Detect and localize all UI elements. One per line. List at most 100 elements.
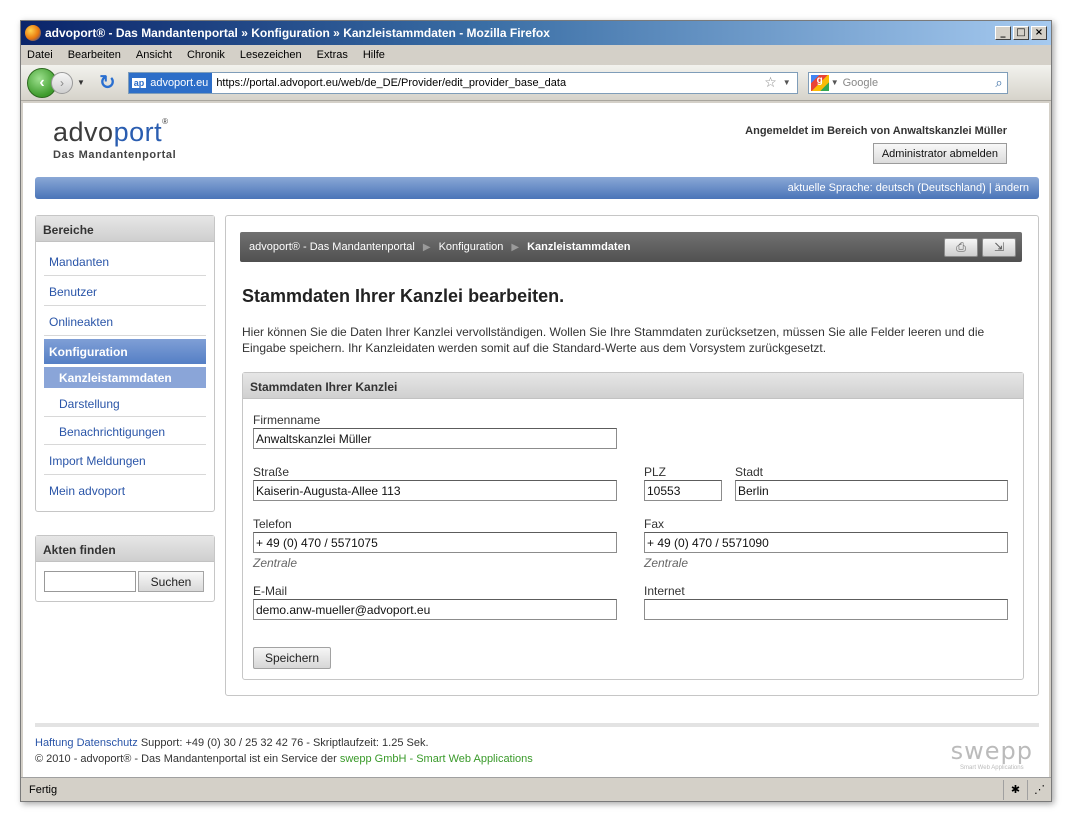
base-data-form: Stammdaten Ihrer Kanzlei Firmenname Anwa…	[242, 372, 1024, 680]
registered-icon: ®	[162, 117, 169, 126]
fax-input[interactable]: + 49 (0) 470 / 5571090	[644, 532, 1008, 553]
url-dropdown-icon[interactable]: ▼	[783, 78, 791, 87]
history-dropdown-icon[interactable]: ▼	[77, 78, 85, 87]
logo-word-b: port	[113, 117, 163, 147]
advoport-logo[interactable]: advoport® Das Mandantenportal	[53, 117, 176, 161]
browser-window: advoport® - Das Mandantenportal » Konfig…	[20, 20, 1052, 802]
menu-bearbeiten[interactable]: Bearbeiten	[68, 49, 121, 61]
minimize-icon[interactable]: _	[995, 26, 1011, 40]
field-fax: Fax + 49 (0) 470 / 5571090 Zentrale	[644, 517, 1008, 570]
strasse-label: Straße	[253, 465, 290, 479]
reload-icon[interactable]: ↻	[99, 70, 116, 95]
logo-subtitle: Das Mandantenportal	[53, 149, 177, 161]
telefon-input[interactable]: + 49 (0) 470 / 5571075	[253, 532, 617, 553]
sidebar-item-benutzer[interactable]: Benutzer	[44, 276, 206, 306]
swepp-logo[interactable]: swepp Smart Web Applications	[951, 737, 1033, 771]
sidebar-item-onlineakten[interactable]: Onlineakten	[44, 306, 206, 336]
swepp-link[interactable]: swepp GmbH - Smart Web Applications	[340, 753, 533, 765]
field-telefon: Telefon + 49 (0) 470 / 5571075 Zentrale	[253, 517, 617, 570]
page-viewport: advoport® Das Mandantenportal Angemeldet…	[23, 103, 1049, 777]
sidebar-item-konfiguration[interactable]: Konfiguration	[44, 339, 206, 364]
internet-label: Internet	[644, 584, 685, 598]
url-text[interactable]: https://portal.advoport.eu/web/de_DE/Pro…	[216, 77, 764, 89]
addon-icon[interactable]: ✱	[1003, 779, 1027, 800]
sidebar-item-benachrichtigungen[interactable]: Benachrichtigungen	[44, 417, 206, 445]
fax-label: Fax	[644, 517, 665, 531]
logout-button[interactable]: Administrator abmelden	[872, 143, 1007, 164]
logo-word-a: advo	[53, 117, 114, 147]
swepp-logo-word: swepp	[950, 737, 1033, 765]
page-footer: Haftung Datenschutz Support: +49 (0) 30 …	[35, 723, 1039, 771]
form-title: Stammdaten Ihrer Kanzlei	[243, 373, 1023, 399]
plz-input[interactable]: 10553	[644, 480, 722, 501]
sidebar-title: Bereiche	[36, 216, 214, 242]
engine-dropdown-icon[interactable]: ▼	[831, 78, 839, 87]
menu-lesezeichen[interactable]: Lesezeichen	[240, 49, 302, 61]
save-button[interactable]: Speichern	[253, 647, 332, 669]
maximize-icon[interactable]: □	[1013, 26, 1029, 40]
internet-input[interactable]	[644, 599, 1008, 620]
fax-hint: Zentrale	[644, 556, 689, 570]
address-bar[interactable]: ap advoport.eu https://portal.advoport.eu…	[127, 71, 798, 94]
sidebar-item-mein-advoport[interactable]: Mein advoport	[44, 475, 206, 505]
strasse-input[interactable]: Kaiserin-Augusta-Allee 113	[253, 480, 617, 501]
page-title: Stammdaten Ihrer Kanzlei bearbeiten.	[242, 286, 565, 306]
firmenname-label: Firmenname	[253, 413, 321, 427]
sidebar-item-kanzleistammdaten[interactable]: Kanzleistammdaten	[44, 367, 206, 389]
menu-ansicht[interactable]: Ansicht	[136, 49, 172, 61]
close-icon[interactable]: ×	[1031, 26, 1047, 40]
menu-datei[interactable]: Datei	[27, 49, 53, 61]
files-search-input[interactable]	[44, 571, 136, 592]
breadcrumb-home[interactable]: advoport® - Das Mandantenportal	[249, 241, 415, 253]
swepp-logo-sub: Smart Web Applications	[960, 765, 1024, 771]
breadcrumb-separator-icon: ▶	[422, 241, 431, 253]
title-bar: advoport® - Das Mandantenportal » Konfig…	[21, 21, 1051, 45]
files-search-button[interactable]: Suchen	[138, 571, 204, 592]
field-strasse: Straße Kaiserin-Augusta-Allee 113	[253, 465, 617, 501]
copyright-text: © 2010 - advoport® - Das Mandantenportal…	[35, 753, 340, 765]
firefox-icon	[25, 25, 41, 41]
breadcrumb-konfiguration[interactable]: Konfiguration	[439, 241, 504, 253]
plz-label: PLZ	[644, 465, 667, 479]
sidebar-item-import-meldungen[interactable]: Import Meldungen	[44, 445, 206, 475]
field-plz: PLZ 10553	[644, 465, 722, 501]
email-input[interactable]: demo.anw-mueller@advoport.eu	[253, 599, 617, 620]
intro-text: Hier können Sie die Daten Ihrer Kanzlei …	[242, 325, 985, 355]
google-engine-icon[interactable]: g	[810, 74, 829, 91]
menu-extras[interactable]: Extras	[317, 49, 348, 61]
search-box[interactable]: g ▼ Google ⌕	[807, 71, 1008, 94]
field-stadt: Stadt Berlin	[735, 465, 1008, 501]
resize-grip-icon[interactable]: ⋰	[1027, 779, 1051, 800]
sidebar-item-mandanten[interactable]: Mandanten	[44, 246, 206, 276]
stadt-input[interactable]: Berlin	[735, 480, 1008, 501]
menu-chronik[interactable]: Chronik	[187, 49, 225, 61]
status-bar: Fertig ✱ ⋰	[21, 777, 1051, 801]
language-switch[interactable]: aktuelle Sprache: deutsch (Deutschland) …	[788, 182, 1029, 194]
site-badge-label: advoport.eu	[150, 76, 209, 89]
sidebar-item-darstellung[interactable]: Darstellung	[44, 389, 206, 417]
support-info: Support: +49 (0) 30 / 25 32 42 76 - Skri…	[140, 737, 429, 749]
haftung-link[interactable]: Haftung	[35, 737, 74, 749]
menu-hilfe[interactable]: Hilfe	[363, 49, 385, 61]
firmenname-input[interactable]: Anwaltskanzlei Müller	[253, 428, 617, 449]
window-title: advoport® - Das Mandantenportal » Konfig…	[45, 26, 550, 40]
forward-arrow-icon[interactable]: ›	[51, 71, 73, 94]
breadcrumb: advoport® - Das Mandantenportal ▶ Konfig…	[240, 232, 1022, 262]
navigation-toolbar: ‹ › ▼ ↻ ap advoport.eu https://portal.adv…	[21, 65, 1051, 101]
status-text: Fertig	[29, 783, 58, 796]
magnifier-icon[interactable]: ⌕	[995, 75, 1002, 91]
logged-in-info: Angemeldet im Bereich von Anwaltskanzlei…	[745, 125, 1007, 137]
menu-bar: Datei Bearbeiten Ansicht Chronik Lesezei…	[21, 45, 1051, 65]
language-bar: aktuelle Sprache: deutsch (Deutschland) …	[35, 177, 1039, 199]
field-email: E-Mail demo.anw-mueller@advoport.eu	[253, 584, 617, 620]
files-search-title: Akten finden	[36, 536, 214, 562]
print-icon[interactable]: ⎙	[944, 238, 978, 257]
site-identity[interactable]: ap advoport.eu	[128, 72, 213, 93]
telefon-label: Telefon	[253, 517, 292, 531]
email-label: E-Mail	[253, 584, 288, 598]
search-placeholder[interactable]: Google	[843, 77, 996, 89]
datenschutz-link[interactable]: Datenschutz	[77, 737, 138, 749]
field-firmenname: Firmenname Anwaltskanzlei Müller	[253, 413, 617, 449]
export-icon[interactable]: ⇲	[982, 238, 1016, 257]
bookmark-star-icon[interactable]: ☆	[764, 74, 777, 91]
